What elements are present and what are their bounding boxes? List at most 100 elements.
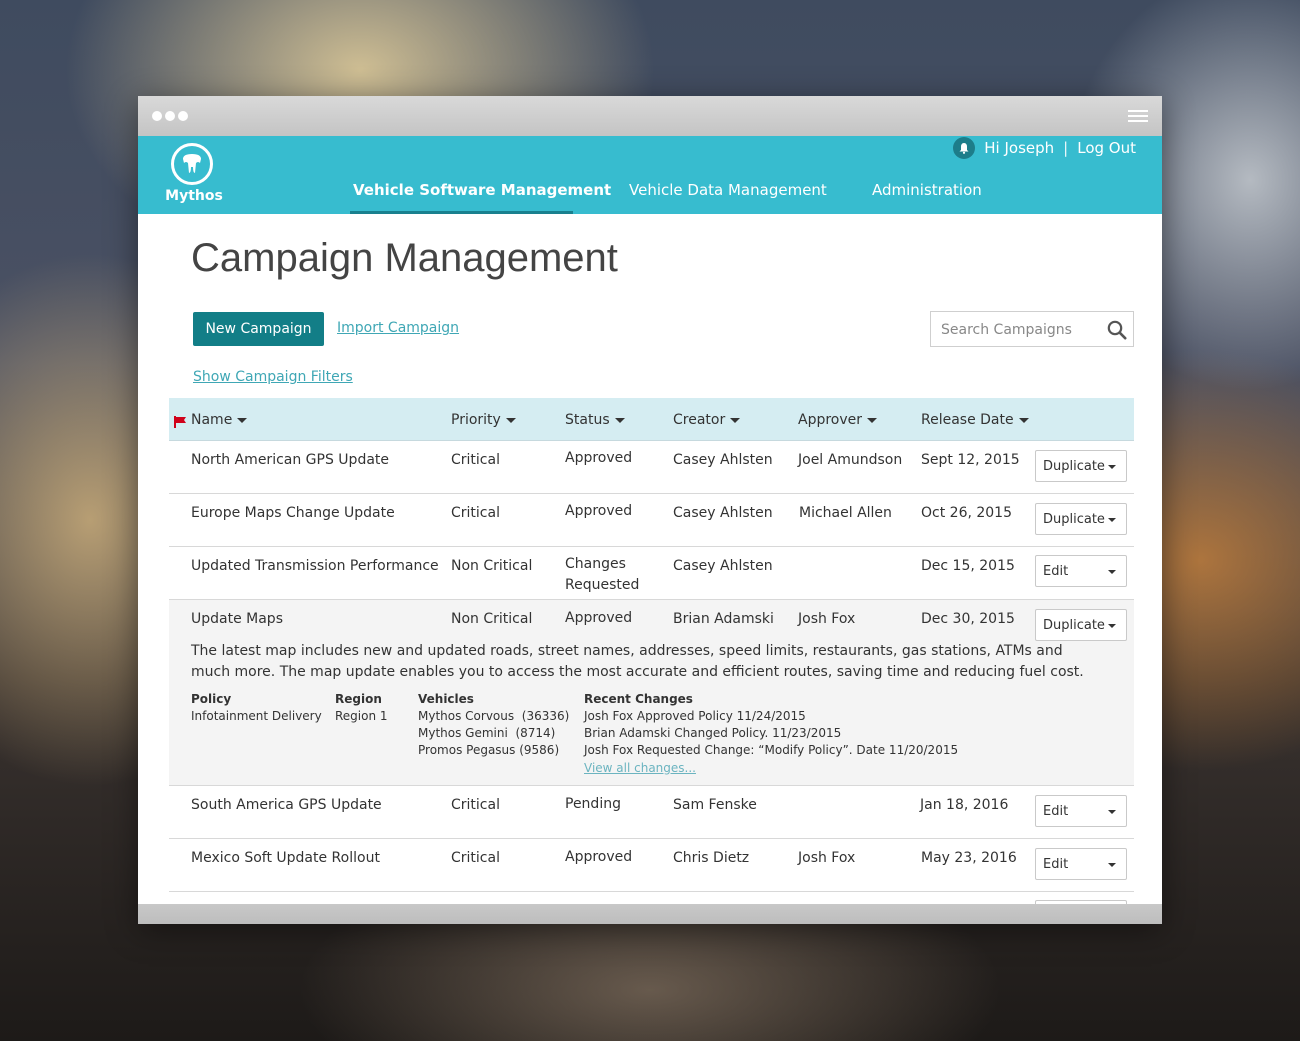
cell-name: Update Maps xyxy=(191,611,283,627)
window-titlebar xyxy=(138,96,1162,136)
button-label: Duplicate xyxy=(1043,617,1105,633)
caret-down-icon xyxy=(505,417,516,423)
cell-status: Changes Requested xyxy=(565,556,640,593)
column-header-approver[interactable]: Approver xyxy=(798,412,878,428)
search-input[interactable] xyxy=(931,312,1113,348)
cell-release-date: May 23, 2016 xyxy=(921,850,1017,866)
column-header-name[interactable]: Name xyxy=(191,412,248,428)
cell-release-date: Dec 15, 2015 xyxy=(921,558,1015,574)
window-dot[interactable] xyxy=(152,111,162,121)
vehicle-item: Mythos Gemini (8714) xyxy=(418,726,556,740)
window-dot[interactable] xyxy=(165,111,175,121)
cell-priority: Critical xyxy=(451,505,500,521)
button-label: Duplicate xyxy=(1043,511,1105,527)
cell-priority: Critical xyxy=(451,452,500,468)
column-label: Release Date xyxy=(921,412,1014,428)
flag-icon xyxy=(174,413,187,432)
logo-icon[interactable] xyxy=(171,143,213,185)
column-header-release-date[interactable]: Release Date xyxy=(921,412,1029,428)
cell-name: North American GPS Update xyxy=(191,452,390,468)
table-row[interactable]: Updated Transmission Performance Non Cri… xyxy=(169,547,1134,600)
cell-status: Approved xyxy=(565,450,633,466)
vehicle-item: Promos Pegasus (9586) xyxy=(418,743,560,757)
button-label: Duplicate xyxy=(1043,458,1105,474)
change-item: Brian Adamski Changed Policy. 11/23/2015 xyxy=(584,726,842,740)
app-header: Mythos Hi Joseph | Log Out Vehicle Softw… xyxy=(138,136,1162,214)
button-label: Edit xyxy=(1043,856,1069,872)
column-header-priority[interactable]: Priority xyxy=(451,412,516,428)
table-row[interactable]: Europe Maps Change Update Critical Appro… xyxy=(169,494,1134,547)
nav-active-indicator xyxy=(350,211,573,214)
window-bottom-bar xyxy=(138,904,1162,924)
column-label: Status xyxy=(565,412,610,428)
cell-status: Approved xyxy=(565,610,633,626)
column-header-creator[interactable]: Creator xyxy=(673,412,741,428)
duplicate-dropdown-button[interactable]: Duplicate xyxy=(1035,503,1127,535)
cell-creator: Chris Dietz xyxy=(673,850,750,866)
cell-approver: Josh Fox xyxy=(798,611,856,627)
cell-creator: Brian Adamski xyxy=(673,611,774,627)
duplicate-dropdown-button[interactable]: Duplicate xyxy=(1035,450,1127,482)
table-row[interactable]: Mexico Soft Update Rollout Critical Appr… xyxy=(169,839,1134,892)
logo-text: Mythos xyxy=(165,188,223,204)
table-row[interactable]: North American GPS Update Critical Appro… xyxy=(169,441,1134,494)
caret-down-icon xyxy=(237,417,248,423)
table-header: Name Priority Status Creator Approver Re… xyxy=(169,398,1134,441)
nav-administration[interactable]: Administration xyxy=(872,181,982,199)
page-title: Campaign Management xyxy=(191,236,618,280)
window-controls[interactable] xyxy=(152,111,188,121)
cell-status: Approved xyxy=(565,849,633,865)
user-separator: | xyxy=(1063,139,1069,157)
column-label: Approver xyxy=(798,412,863,428)
duplicate-dropdown-button[interactable]: Duplicate xyxy=(1035,609,1127,641)
nav-vehicle-software[interactable]: Vehicle Software Management xyxy=(353,181,611,199)
table-row[interactable]: South America GPS Update Critical Pendin… xyxy=(169,786,1134,839)
cell-name: South America GPS Update xyxy=(191,797,382,813)
show-filters-link[interactable]: Show Campaign Filters xyxy=(193,369,353,385)
cell-status: Pending xyxy=(565,796,621,812)
cell-release-date: Oct 26, 2015 xyxy=(921,505,1012,521)
caret-down-icon xyxy=(614,417,625,423)
change-item: Josh Fox Requested Change: “Modify Polic… xyxy=(584,743,959,757)
vehicles-label: Vehicles xyxy=(418,692,474,706)
policy-label: Policy xyxy=(191,692,232,706)
column-header-status[interactable]: Status xyxy=(565,412,625,428)
cell-creator: Casey Ahlsten xyxy=(673,452,773,468)
change-item: Josh Fox Approved Policy 11/24/2015 xyxy=(584,709,806,723)
table-row-expanded[interactable]: Update Maps Non Critical Approved Brian … xyxy=(169,600,1134,786)
edit-dropdown-button[interactable]: Edit xyxy=(1035,848,1127,880)
cell-name: Updated Transmission Performance xyxy=(191,558,439,574)
bell-icon[interactable] xyxy=(953,137,976,159)
caret-down-icon xyxy=(1108,863,1116,867)
cell-status: Approved xyxy=(565,503,633,519)
region-label: Region xyxy=(335,692,382,706)
cell-approver: Josh Fox xyxy=(798,850,856,866)
cell-name: Mexico Soft Update Rollout xyxy=(191,850,380,866)
user-greeting[interactable]: Hi Joseph xyxy=(984,139,1054,157)
cell-approver: Joel Amundson xyxy=(798,452,903,468)
recent-changes-label: Recent Changes xyxy=(584,692,693,706)
caret-down-icon xyxy=(730,417,741,423)
cell-creator: Sam Fenske xyxy=(673,797,757,813)
new-campaign-button[interactable]: New Campaign xyxy=(193,312,324,346)
caret-down-icon xyxy=(1018,417,1029,423)
window-dot[interactable] xyxy=(178,111,188,121)
campaign-description: The latest map includes new and updated … xyxy=(191,643,1084,680)
edit-dropdown-button[interactable]: Edit xyxy=(1035,795,1127,827)
cell-release-date: Sept 12, 2015 xyxy=(921,452,1020,468)
caret-down-icon xyxy=(1108,624,1116,628)
nav-vehicle-data[interactable]: Vehicle Data Management xyxy=(629,181,827,199)
region-value: Region 1 xyxy=(335,709,388,723)
edit-dropdown-button[interactable]: Edit xyxy=(1035,555,1127,587)
logout-link[interactable]: Log Out xyxy=(1077,139,1136,157)
import-campaign-link[interactable]: Import Campaign xyxy=(337,320,459,336)
caret-down-icon xyxy=(1108,570,1116,574)
user-bar: Hi Joseph | Log Out xyxy=(953,137,1136,159)
search-icon[interactable] xyxy=(1107,320,1127,344)
view-all-changes-link[interactable]: View all changes... xyxy=(584,761,696,775)
menu-icon[interactable] xyxy=(1128,110,1148,124)
cell-creator: Casey Ahlsten xyxy=(673,505,773,521)
caret-down-icon xyxy=(1108,465,1116,469)
cell-creator: Casey Ahlsten xyxy=(673,558,773,574)
cell-priority: Non Critical xyxy=(451,558,533,574)
